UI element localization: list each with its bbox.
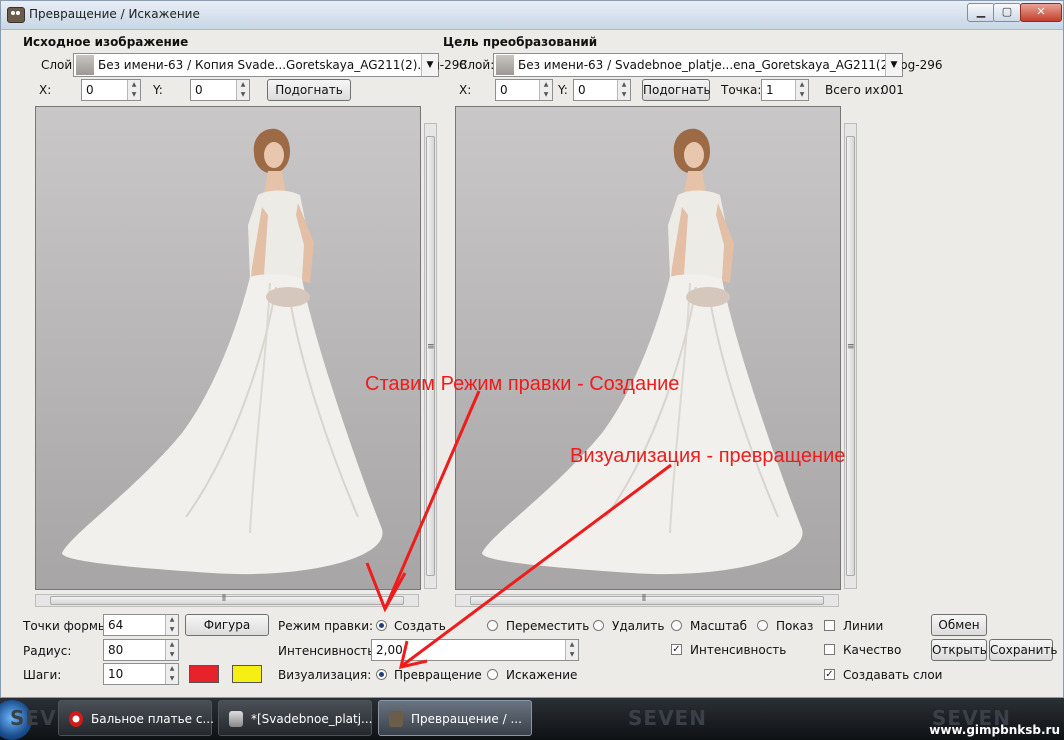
annotation-arrows (365, 390, 672, 670)
gimp-icon (389, 711, 403, 727)
taskbar-item-opera[interactable]: Бальное платье с... (58, 700, 214, 736)
morph-dialog-window: Превращение / Искажение ▁ ▢ ✕ Исходное и… (0, 0, 1064, 698)
taskbar-item-label: *[Svadebnoe_platj... (251, 712, 373, 726)
brand-logo: SEVEN (628, 706, 707, 730)
taskbar: SEVEN SEVEN SEVEN Бальное платье с... *[… (0, 698, 1064, 740)
taskbar-item-gimp-image[interactable]: *[Svadebnoe_platj... (218, 700, 373, 736)
taskbar-item-label: Бальное платье с... (91, 712, 214, 726)
watermark: www.gimpbnksb.ru (929, 723, 1060, 737)
taskbar-item-label: Превращение / ... (411, 712, 522, 726)
taskbar-item-morph[interactable]: Превращение / ... (378, 700, 532, 736)
annotation-edit-mode: Ставим Режим правки - Создание (365, 373, 680, 395)
annotation-visualization: Визуализация - превращение (570, 445, 846, 467)
image-icon (229, 711, 243, 727)
opera-icon (69, 711, 83, 727)
